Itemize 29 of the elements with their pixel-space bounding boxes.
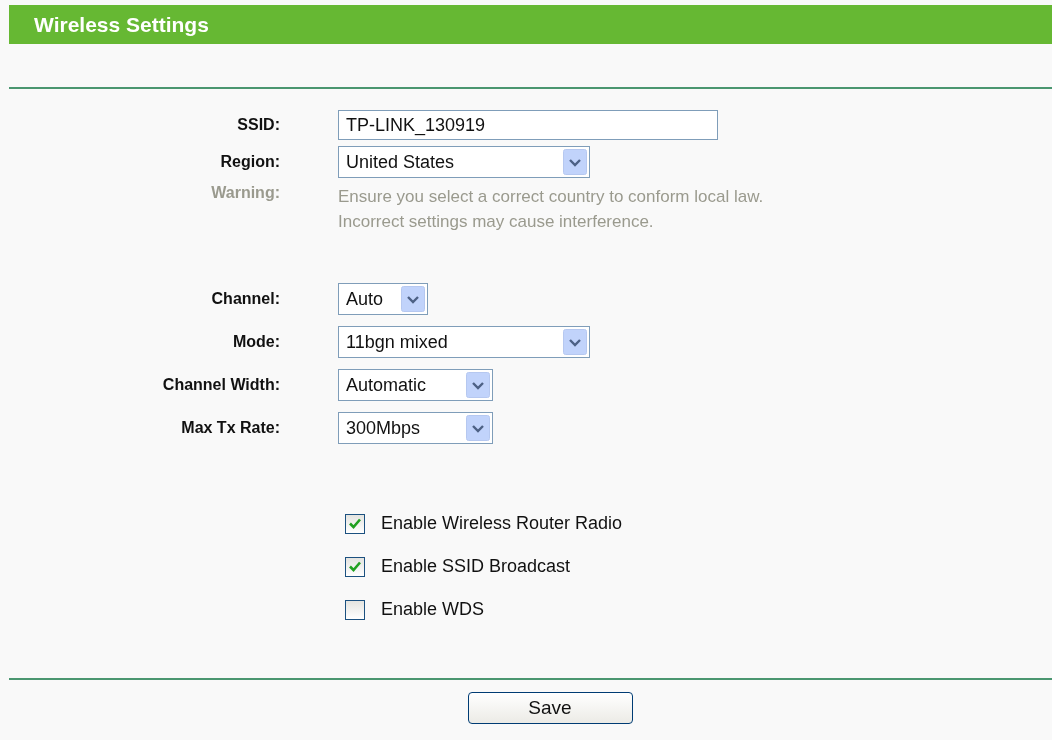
chevron-down-icon xyxy=(401,286,425,312)
checkbox[interactable] xyxy=(345,599,365,620)
field-label: Region: xyxy=(220,153,280,171)
page-title: Wireless Settings xyxy=(34,12,209,37)
ssid-field[interactable]: TP-LINK_130919 xyxy=(338,110,718,140)
checkbox[interactable] xyxy=(345,513,365,534)
field-label: Max Tx Rate: xyxy=(181,419,280,437)
dropdown[interactable]: 11bgn mixed xyxy=(338,326,590,358)
checkbox-label: Enable WDS xyxy=(381,599,485,620)
dropdown[interactable]: United States xyxy=(338,146,590,178)
chevron-down-icon xyxy=(563,329,587,355)
dropdown[interactable]: Automatic xyxy=(338,369,493,401)
checkbox[interactable] xyxy=(345,556,365,577)
save-button[interactable]: Save xyxy=(467,692,633,724)
check-icon xyxy=(349,561,361,572)
chevron-down-icon xyxy=(466,372,490,398)
field-label: Warning: xyxy=(211,184,280,202)
check-icon xyxy=(349,518,361,529)
checkbox-label: Enable SSID Broadcast xyxy=(381,556,571,577)
chevron-down-icon xyxy=(466,415,490,441)
dropdown[interactable]: 300Mbps xyxy=(338,412,493,444)
field-label: Channel Width: xyxy=(162,376,280,394)
dropdown[interactable]: Auto xyxy=(338,283,428,315)
field-label: SSID: xyxy=(237,116,280,134)
chevron-down-icon xyxy=(563,149,587,175)
field-label: Mode: xyxy=(232,333,280,351)
field-label: Channel: xyxy=(211,290,280,308)
warning-text: Ensure you select a correct country to conform local law. Incorrect settings may cause interference. xyxy=(338,186,764,233)
checkbox-label: Enable Wireless Router Radio xyxy=(381,513,623,534)
